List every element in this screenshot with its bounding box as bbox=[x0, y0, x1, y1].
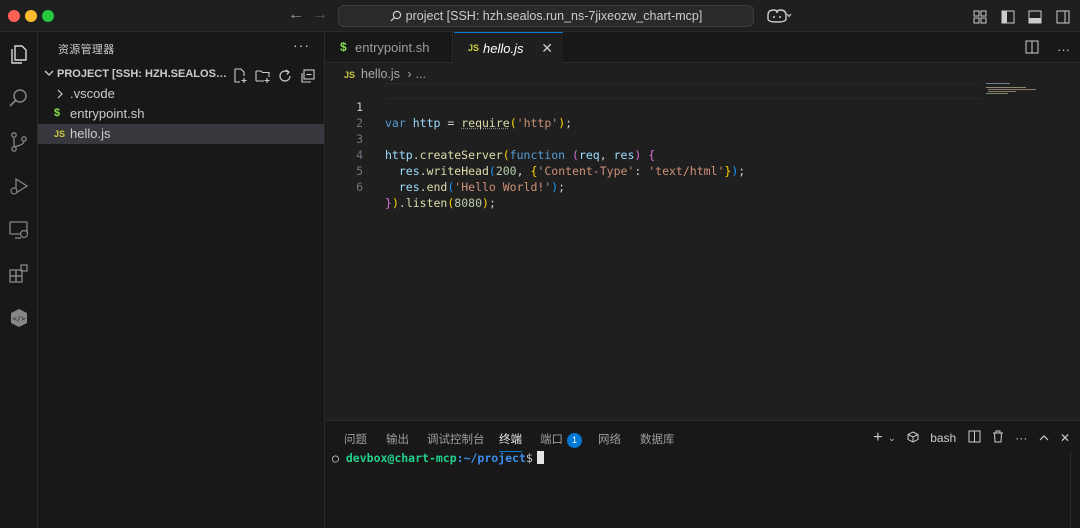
tab-entrypoint-sh[interactable]: $ entrypoint.sh bbox=[326, 32, 453, 63]
extensions-icon[interactable] bbox=[5, 260, 33, 288]
arrow-right-icon[interactable]: → bbox=[312, 6, 328, 24]
panel-tab-output[interactable]: 输出 bbox=[386, 431, 409, 447]
terminal-user-host: devbox@chart-mcp bbox=[345, 451, 457, 465]
activity-bar: </> bbox=[0, 32, 38, 528]
command-center-label: project [SSH: hzh.sealos.run_ns-7jixeozw… bbox=[405, 9, 703, 23]
more-actions-icon[interactable]: ··· bbox=[1057, 42, 1070, 57]
tree-item-label: entrypoint.sh bbox=[70, 106, 145, 121]
js-file-icon: JS bbox=[54, 129, 66, 139]
shell-name: bash bbox=[930, 431, 957, 446]
chevron-right-icon bbox=[57, 89, 63, 99]
maximize-window-button[interactable] bbox=[42, 10, 54, 22]
tab-label: entrypoint.sh bbox=[355, 40, 430, 55]
terminal-cursor bbox=[536, 451, 544, 464]
project-label: PROJECT [SSH: HZH.SEALOS.RUN_NS-7JIXEOZW… bbox=[57, 68, 229, 80]
chevron-down-icon[interactable]: ⌄ bbox=[888, 433, 896, 444]
customize-layout-icon[interactable] bbox=[973, 10, 987, 24]
tree-item-vscode[interactable]: .vscode bbox=[38, 84, 324, 104]
terminal-scrollbar[interactable] bbox=[1070, 451, 1080, 528]
shell-file-icon: $ bbox=[54, 107, 61, 119]
editor-tabs: $ entrypoint.sh JS hello.js ✕ ··· bbox=[326, 32, 1080, 64]
panel-tab-problems[interactable]: 问题 bbox=[344, 431, 367, 447]
close-icon[interactable]: ✕ bbox=[541, 40, 553, 57]
panel-tab-ports[interactable]: 端口 1 bbox=[540, 431, 582, 448]
shell-file-icon: $ bbox=[340, 40, 347, 54]
svg-text:</>: </> bbox=[13, 315, 26, 323]
sidebar-title: 资源管理器 bbox=[58, 44, 115, 56]
tree-item-label: .vscode bbox=[70, 86, 115, 101]
devbox-icon[interactable]: </> bbox=[5, 304, 33, 332]
explorer-sidebar: 资源管理器 ··· PROJECT [SSH: HZH.SEALOS.RUN_N… bbox=[38, 32, 325, 528]
new-terminal-icon[interactable]: + bbox=[873, 429, 882, 447]
terminal-prompt-line[interactable]: ○ devbox@chart-mcp:~/project$ bbox=[332, 451, 544, 465]
ports-count-badge: 1 bbox=[567, 433, 582, 448]
js-file-icon: JS bbox=[468, 43, 480, 53]
code-line: 4 res.writeHead(200, {'Content-Type': 't… bbox=[326, 131, 986, 178]
code-line: 5 res.end('Hello World!'); bbox=[326, 147, 986, 194]
more-actions-icon[interactable]: ··· bbox=[1015, 431, 1027, 445]
code-line: 3 http.createServer(function (req, res) … bbox=[326, 115, 986, 162]
tree-item-label: hello.js bbox=[70, 126, 111, 141]
remote-explorer-icon[interactable] bbox=[5, 216, 33, 244]
tab-hello-js[interactable]: JS hello.js ✕ bbox=[454, 32, 563, 64]
toggle-panel-icon[interactable] bbox=[1028, 10, 1042, 24]
search-icon[interactable] bbox=[5, 84, 33, 112]
minimap[interactable] bbox=[986, 83, 1076, 103]
toggle-secondary-sidebar-icon[interactable] bbox=[1056, 10, 1070, 24]
tree-item-entrypoint[interactable]: $ entrypoint.sh bbox=[38, 104, 324, 124]
code-line: 6 }).listen(8080); bbox=[326, 163, 986, 210]
project-folder-header[interactable]: PROJECT [SSH: HZH.SEALOS.RUN_NS-7JIXEOZW… bbox=[38, 64, 324, 86]
toggle-primary-sidebar-icon[interactable] bbox=[1001, 10, 1015, 24]
command-center[interactable]: project [SSH: hzh.sealos.run_ns-7jixeozw… bbox=[338, 5, 754, 27]
breadcrumb: JS hello.js ›... bbox=[344, 67, 426, 81]
tab-label: hello.js bbox=[483, 41, 524, 56]
shell-cube-icon bbox=[907, 431, 919, 443]
code-editor[interactable]: JS hello.js ›... 1 var http = require('ht… bbox=[326, 63, 1080, 420]
breadcrumb-rest[interactable]: ... bbox=[416, 67, 426, 81]
code-line: 2 bbox=[326, 99, 986, 130]
panel-tab-debug-console[interactable]: 调试控制台 bbox=[427, 431, 485, 447]
explorer-icon[interactable] bbox=[5, 40, 33, 68]
minimize-window-button[interactable] bbox=[25, 10, 37, 22]
run-debug-icon[interactable] bbox=[5, 172, 33, 200]
search-icon bbox=[390, 10, 401, 22]
chevron-down-icon bbox=[44, 70, 54, 76]
title-bar: ← → project [SSH: hzh.sealos.run_ns-7jix… bbox=[0, 0, 1080, 32]
more-actions-icon[interactable]: ··· bbox=[293, 37, 310, 53]
terminal-prompt-symbol: $ bbox=[525, 451, 533, 465]
arrow-left-icon[interactable]: ← bbox=[288, 6, 304, 24]
panel-tab-label: 端口 bbox=[540, 434, 563, 446]
trash-icon[interactable] bbox=[992, 430, 1004, 446]
maximize-panel-icon[interactable] bbox=[1039, 431, 1049, 445]
split-editor-icon[interactable] bbox=[1025, 40, 1039, 57]
breadcrumb-file[interactable]: hello.js bbox=[361, 67, 400, 81]
line-number: 6 bbox=[356, 180, 363, 194]
terminal-path: :~/project bbox=[456, 451, 526, 465]
panel-tab-database[interactable]: 数据库 bbox=[640, 431, 675, 447]
source-control-icon[interactable] bbox=[5, 128, 33, 156]
tree-item-hello-js[interactable]: JS hello.js bbox=[38, 124, 324, 144]
collapse-all-icon[interactable] bbox=[300, 68, 316, 84]
split-terminal-icon[interactable] bbox=[968, 430, 981, 446]
terminal-status-icon: ○ bbox=[332, 451, 339, 465]
new-folder-icon[interactable] bbox=[255, 68, 271, 84]
refresh-icon[interactable] bbox=[277, 68, 293, 84]
js-file-icon: JS bbox=[344, 70, 356, 80]
panel-tab-terminal[interactable]: 终端 bbox=[499, 431, 522, 452]
chevron-right-icon: › bbox=[407, 67, 412, 81]
terminal-shell-selector[interactable]: bash bbox=[907, 431, 957, 446]
code-line: 1 var http = require('http'); bbox=[326, 83, 986, 130]
copilot-icon[interactable] bbox=[766, 8, 792, 24]
new-file-icon[interactable] bbox=[232, 68, 248, 84]
close-window-button[interactable] bbox=[8, 10, 20, 22]
close-panel-icon[interactable]: ✕ bbox=[1060, 431, 1070, 445]
panel-tab-network[interactable]: 网络 bbox=[598, 431, 621, 447]
bottom-panel: 问题 输出 调试控制台 终端 端口 1 网络 数据库 + ⌄ bash ··· ✕… bbox=[326, 420, 1080, 528]
